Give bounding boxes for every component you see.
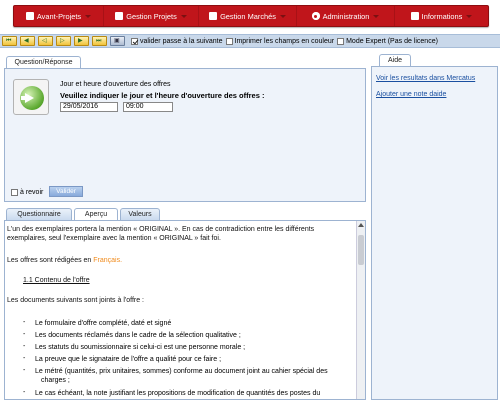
previous-icon: ◀	[24, 38, 29, 44]
option-print-label: Imprimer les champs en couleur	[234, 37, 335, 45]
list-item-continued: charges ;	[41, 377, 70, 384]
first-icon: ⏮	[6, 38, 12, 44]
aide-body: Voir les resultats dans Mercatus Ajouter…	[371, 66, 498, 400]
chevron-down-icon	[180, 14, 187, 18]
option-print[interactable]: Imprimer les champs en couleur	[225, 37, 335, 45]
question-body: Jour et heure d'ouverture des offres Veu…	[4, 68, 366, 202]
language-value: Français.	[93, 257, 123, 264]
forward-button[interactable]: ▷	[56, 36, 71, 46]
menu-avant-projets[interactable]: Avant-Projets	[14, 6, 104, 26]
chevron-down-icon	[85, 14, 92, 18]
next-arrow-icon[interactable]	[13, 79, 49, 115]
link-add-note[interactable]: Ajouter une note daide	[376, 91, 446, 98]
option-expert[interactable]: Mode Expert (Pas de licence)	[337, 37, 438, 45]
revoir-label: à revoir	[20, 189, 44, 196]
back-icon: ◁	[42, 38, 47, 44]
tab-questionnaire[interactable]: Questionnaire	[6, 208, 72, 220]
paragraph: exemplaires, seul l'exemplaire avec la m…	[7, 235, 221, 242]
tab-valeurs[interactable]: Valeurs	[120, 208, 160, 220]
list-item: Le formulaire d'offre complété, daté et …	[35, 320, 172, 327]
checkbox-print[interactable]	[225, 37, 233, 45]
tab-label: Valeurs	[128, 211, 152, 218]
paragraph: L'un des exemplaires portera la mention …	[7, 226, 315, 233]
tab-label: Aperçu	[84, 211, 108, 218]
question-subtitle: Jour et heure d'ouverture des offres	[60, 81, 171, 88]
first-button[interactable]: ⏮	[2, 36, 17, 46]
menu-gestion-marches[interactable]: Gestion Marchés	[199, 6, 297, 26]
main-menu: Avant-Projets Gestion Projets Gestion Ma…	[13, 5, 489, 27]
chevron-down-icon	[279, 14, 286, 18]
menu-label: Informations	[421, 11, 463, 21]
icon-arrow-head	[25, 93, 34, 103]
list-bullet: -	[23, 331, 26, 338]
scrollbar[interactable]	[356, 221, 365, 399]
menu-administration[interactable]: Administration	[297, 6, 395, 26]
list-bullet: -	[23, 319, 26, 326]
last-icon: ⏭	[96, 38, 102, 44]
list-bullet: -	[23, 343, 26, 350]
checkbox-next[interactable]	[131, 37, 138, 45]
option-next-label: valider passe à la suivante	[140, 37, 223, 45]
next-icon: ▶	[78, 38, 83, 44]
last-button[interactable]: ⏭	[92, 36, 107, 46]
document-icon	[209, 12, 218, 20]
time-field[interactable]: 09:00	[123, 102, 173, 112]
save-button[interactable]: ▣	[110, 36, 125, 46]
valider-button[interactable]: Valider	[49, 186, 83, 197]
tab-label: Questionnaire	[17, 211, 61, 218]
section-heading: 1.1 Contenu de l'offre	[23, 277, 90, 284]
list-item: Les documents réclamés dans le cadre de …	[35, 332, 241, 339]
preview-panel: Questionnaire Aperçu Valeurs L'un des ex…	[4, 206, 366, 400]
list-bullet: -	[23, 355, 26, 362]
list-item: Le cas échéant, la note justifiant les p…	[35, 390, 321, 397]
menu-label: Gestion Projets	[126, 11, 177, 21]
paragraph-language: Les offres sont rédigées en Français.	[7, 256, 122, 265]
list-bullet: -	[23, 367, 26, 374]
top-bar: Avant-Projets Gestion Projets Gestion Ma…	[0, 0, 500, 33]
tab-label: Aide	[387, 57, 402, 64]
tab-label: Question/Réponse	[14, 59, 73, 66]
scroll-up-icon[interactable]	[358, 223, 364, 227]
list-item: La preuve que le signataire de l'offre a…	[35, 356, 222, 363]
checkbox-revoir[interactable]	[11, 189, 18, 196]
option-next[interactable]: valider passe à la suivante	[131, 37, 223, 45]
link-mercatus[interactable]: Voir les resultats dans Mercatus	[376, 75, 475, 82]
preview-content: L'un des exemplaires portera la mention …	[4, 220, 366, 400]
list-bullet: -	[23, 389, 26, 396]
menu-label: Administration	[322, 11, 370, 21]
aide-panel: Aide Voir les resultats dans Mercatus Aj…	[371, 52, 498, 400]
next-button[interactable]: ▶	[74, 36, 89, 46]
toolbar: ⏮ ◀ ◁ ▷ ▶ ⏭ ▣ valider passe à la suivant…	[0, 34, 500, 48]
document-icon	[410, 12, 419, 20]
revoir-option[interactable]: à revoir	[11, 189, 43, 196]
gear-icon	[311, 12, 320, 20]
previous-button[interactable]: ◀	[20, 36, 35, 46]
tab-question-reponse[interactable]: Question/Réponse	[6, 56, 81, 68]
document-icon	[25, 12, 34, 20]
menu-label: Avant-Projets	[36, 11, 82, 21]
document-icon	[115, 12, 124, 20]
menu-informations[interactable]: Informations	[395, 6, 488, 26]
list-item: Les statuts du soumissionnaire si celui-…	[35, 344, 246, 351]
back-button[interactable]: ◁	[38, 36, 53, 46]
language-prefix: Les offres sont rédigées en	[7, 257, 94, 264]
menu-label: Gestion Marchés	[220, 11, 276, 21]
menu-gestion-projets[interactable]: Gestion Projets	[104, 6, 199, 26]
checkbox-expert[interactable]	[337, 37, 345, 45]
scroll-thumb[interactable]	[358, 235, 364, 265]
question-title: Veuillez indiquer le jour et l'heure d'o…	[60, 91, 265, 100]
forward-icon: ▷	[60, 38, 65, 44]
question-panel: Question/Réponse Jour et heure d'ouvertu…	[4, 52, 366, 202]
chevron-down-icon	[373, 14, 380, 18]
paragraph: Les documents suivants sont joints à l'o…	[7, 297, 145, 304]
tab-apercu[interactable]: Aperçu	[74, 208, 118, 220]
tab-aide[interactable]: Aide	[379, 54, 411, 66]
list-item: Le métré (quantités, prix unitaires, som…	[35, 368, 328, 375]
save-icon: ▣	[114, 38, 120, 44]
chevron-down-icon	[466, 14, 473, 18]
date-field[interactable]: 29/05/2016	[60, 102, 118, 112]
option-expert-label: Mode Expert (Pas de licence)	[346, 37, 438, 45]
